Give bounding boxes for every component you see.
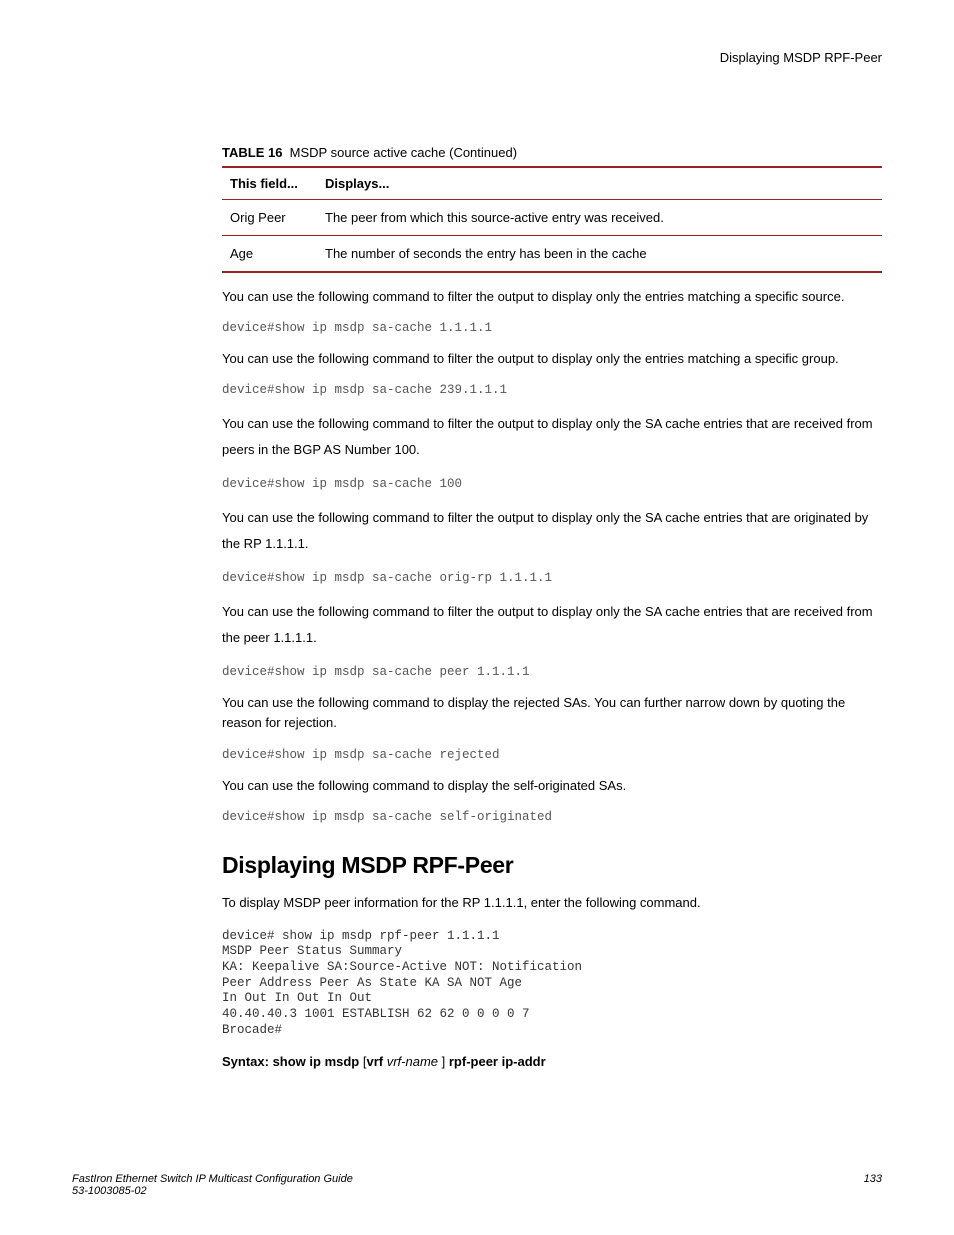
paragraph: You can use the following command to fil… <box>222 287 882 307</box>
paragraph: You can use the following command to dis… <box>222 776 882 796</box>
syntax-suffix: rpf-peer ip-addr <box>449 1054 546 1069</box>
cell-desc: The number of seconds the entry has been… <box>317 236 882 273</box>
syntax-bracket-close: ] <box>442 1054 449 1069</box>
footer-page-number: 133 <box>864 1173 882 1197</box>
syntax-prefix: Syntax: show ip msdp <box>222 1054 359 1069</box>
footer-docnum: 53-1003085-02 <box>72 1185 353 1197</box>
code-block: device#show ip msdp sa-cache 100 <box>222 477 882 491</box>
header-section-title: Displaying MSDP RPF-Peer <box>720 50 882 65</box>
paragraph: You can use the following command to dis… <box>222 693 882 733</box>
table-row: Orig Peer The peer from which this sourc… <box>222 200 882 236</box>
footer-title: FastIron Ethernet Switch IP Multicast Co… <box>72 1173 353 1185</box>
cell-field: Orig Peer <box>222 200 317 236</box>
code-block: device#show ip msdp sa-cache 239.1.1.1 <box>222 383 882 397</box>
paragraph: You can use the following command to fil… <box>222 505 882 557</box>
section-heading: Displaying MSDP RPF-Peer <box>222 852 882 879</box>
cell-desc: The peer from which this source-active e… <box>317 200 882 236</box>
table-row: Age The number of seconds the entry has … <box>222 236 882 273</box>
table-caption: TABLE 16 MSDP source active cache (Conti… <box>222 145 882 160</box>
paragraph: To display MSDP peer information for the… <box>222 893 882 913</box>
code-block: device#show ip msdp sa-cache self-origin… <box>222 810 882 824</box>
cell-field: Age <box>222 236 317 273</box>
footer-left: FastIron Ethernet Switch IP Multicast Co… <box>72 1173 353 1197</box>
table-header-row: This field... Displays... <box>222 167 882 200</box>
page-footer: FastIron Ethernet Switch IP Multicast Co… <box>72 1173 882 1197</box>
paragraph: You can use the following command to fil… <box>222 411 882 463</box>
syntax-vrf-name: vrf-name <box>383 1054 442 1069</box>
code-block: device#show ip msdp sa-cache rejected <box>222 748 882 762</box>
col-this-field: This field... <box>222 167 317 200</box>
code-block: device#show ip msdp sa-cache orig-rp 1.1… <box>222 571 882 585</box>
paragraph: You can use the following command to fil… <box>222 599 882 651</box>
table-title: MSDP source active cache (Continued) <box>290 145 517 160</box>
syntax-line: Syntax: show ip msdp [vrf vrf-name ] rpf… <box>222 1054 882 1069</box>
page-header: Displaying MSDP RPF-Peer <box>72 50 882 145</box>
table-number: TABLE 16 <box>222 145 282 160</box>
code-block: device#show ip msdp sa-cache 1.1.1.1 <box>222 321 882 335</box>
field-table: This field... Displays... Orig Peer The … <box>222 166 882 273</box>
paragraph: You can use the following command to fil… <box>222 349 882 369</box>
code-block: device#show ip msdp sa-cache peer 1.1.1.… <box>222 665 882 679</box>
code-block: device# show ip msdp rpf-peer 1.1.1.1 MS… <box>222 929 882 1038</box>
col-displays: Displays... <box>317 167 882 200</box>
syntax-vrf: vrf <box>366 1054 383 1069</box>
